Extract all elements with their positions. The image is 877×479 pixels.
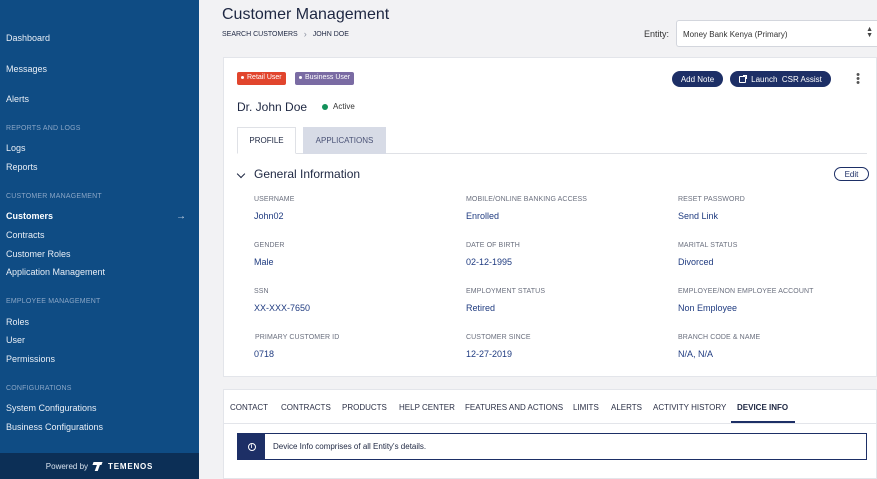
- launch-csr-assist-label: Launch CSR Assist: [751, 74, 822, 84]
- tab-applications[interactable]: APPLICATIONS: [303, 127, 386, 154]
- field-label-username: USERNAME: [254, 196, 295, 203]
- info-icon: i: [247, 442, 256, 451]
- tab-profile[interactable]: PROFILE: [237, 127, 296, 154]
- powered-by-text: Powered by: [45, 461, 89, 471]
- sidebar-item-logs[interactable]: Logs: [6, 143, 26, 153]
- retail-user-badge-label: Retail User: [247, 74, 282, 81]
- field-label-ssn: SSN: [254, 288, 269, 295]
- field-label-employment-status: EMPLOYMENT STATUS: [466, 288, 546, 295]
- send-link-link[interactable]: Send Link: [678, 211, 718, 221]
- field-value-banking-access: Enrolled: [466, 211, 500, 221]
- sort-arrows-icon: ▲ ▼: [866, 26, 873, 39]
- breadcrumb-search-customers[interactable]: SEARCH CUSTOMERS: [222, 31, 298, 38]
- sidebar-section-configurations: CONFIGURATIONS: [6, 385, 72, 392]
- tab-help-center[interactable]: HELP CENTER: [399, 403, 455, 412]
- entity-label: Entity:: [644, 29, 670, 39]
- more-options-icon[interactable]: • • •: [855, 70, 861, 89]
- status-dot-icon: [322, 103, 328, 110]
- field-value-employee-account: Non Employee: [678, 303, 738, 313]
- sidebar-item-user[interactable]: User: [6, 335, 25, 345]
- sidebar-footer: Powered by TEMENOS: [0, 453, 199, 479]
- arrow-right-icon: →: [176, 211, 186, 222]
- business-user-badge: Business User: [295, 72, 355, 85]
- field-value-marital-status: Divorced: [678, 257, 714, 267]
- badge-dot-icon: [299, 76, 302, 79]
- field-value-customer-since: 12-27-2019: [466, 349, 513, 359]
- active-tab-indicator: [731, 421, 795, 423]
- sidebar-item-contracts[interactable]: Contracts: [6, 230, 45, 240]
- sidebar-section-employee-management: EMPLOYEE MANAGEMENT: [6, 298, 101, 305]
- breadcrumb: SEARCH CUSTOMERS › JOHN DOE: [222, 29, 349, 39]
- entity-select-value: Money Bank Kenya (Primary): [683, 30, 788, 39]
- brand-name: TEMENOS: [108, 461, 154, 471]
- field-label-primary-customer-id: PRIMARY CUSTOMER ID: [255, 334, 340, 341]
- sidebar-item-customers[interactable]: Customers: [6, 211, 53, 221]
- customer-status-label: Active: [333, 102, 355, 111]
- customer-name: Dr. John Doe: [237, 100, 308, 114]
- tab-device-info[interactable]: DEVICE INFO: [737, 403, 788, 412]
- sidebar-item-business-configurations[interactable]: Business Configurations: [6, 422, 103, 432]
- launch-external-icon: [739, 74, 748, 83]
- sidebar-item-dashboard[interactable]: Dashboard: [6, 33, 50, 43]
- tab-contracts[interactable]: CONTRACTS: [281, 403, 331, 412]
- sidebar-item-customer-roles[interactable]: Customer Roles: [6, 249, 71, 259]
- tab-products[interactable]: PRODUCTS: [342, 403, 387, 412]
- chevron-down-icon[interactable]: [236, 169, 246, 179]
- device-info-notice: i Device Info comprises of all Entity's …: [237, 433, 867, 460]
- tab-features-and-actions[interactable]: FEATURES AND ACTIONS: [465, 403, 563, 412]
- field-label-date-of-birth: DATE OF BIRTH: [466, 242, 520, 249]
- chevron-right-icon: ›: [303, 29, 307, 39]
- customer-status: Active: [322, 102, 355, 111]
- device-info-message: Device Info comprises of all Entity's de…: [273, 442, 427, 451]
- page-title: Customer Management: [222, 6, 390, 23]
- field-label-banking-access: MOBILE/ONLINE BANKING ACCESS: [466, 196, 588, 203]
- add-note-button[interactable]: Add Note: [672, 71, 723, 87]
- tab-activity-history[interactable]: ACTIVITY HISTORY: [653, 403, 726, 412]
- sidebar-section-reports-logs: REPORTS AND LOGS: [6, 125, 81, 132]
- field-value-branch-code: N/A, N/A: [678, 349, 714, 359]
- tab-limits[interactable]: LIMITS: [573, 403, 599, 412]
- field-value-ssn: XX-XXX-7650: [254, 303, 311, 313]
- field-label-employee-account: EMPLOYEE/NON EMPLOYEE ACCOUNT: [678, 288, 814, 295]
- sidebar-item-alerts[interactable]: Alerts: [6, 94, 29, 104]
- sidebar-item-application-management[interactable]: Application Management: [6, 267, 105, 277]
- retail-user-badge: Retail User: [237, 72, 286, 85]
- field-value-primary-customer-id: 0718: [254, 349, 275, 359]
- field-label-marital-status: MARITAL STATUS: [678, 242, 738, 249]
- sidebar-item-permissions[interactable]: Permissions: [6, 354, 55, 364]
- sidebar-item-messages[interactable]: Messages: [6, 64, 47, 74]
- add-note-label: Add Note: [680, 74, 715, 84]
- general-information-title: General Information: [254, 167, 361, 181]
- field-label-branch-code: BRANCH CODE & NAME: [678, 334, 761, 341]
- sidebar-item-system-configurations[interactable]: System Configurations: [6, 403, 97, 413]
- sidebar-item-reports[interactable]: Reports: [6, 162, 38, 172]
- field-label-gender: GENDER: [254, 242, 285, 249]
- sidebar-section-customer-management: CUSTOMER MANAGEMENT: [6, 193, 102, 200]
- info-icon-container: i: [238, 434, 265, 459]
- edit-button[interactable]: Edit: [834, 167, 869, 181]
- detail-tabs-divider: [224, 423, 877, 424]
- temenos-logo-icon: [93, 461, 103, 471]
- field-value-username: John02: [254, 211, 284, 221]
- field-value-date-of-birth: 02-12-1995: [466, 257, 513, 267]
- business-user-badge-label: Business User: [305, 74, 351, 81]
- entity-select[interactable]: Money Bank Kenya (Primary) ▲ ▼: [676, 20, 877, 47]
- tab-alerts[interactable]: ALERTS: [611, 403, 642, 412]
- customer-profile-card: Retail User Business User Add Note Launc…: [223, 57, 877, 377]
- launch-csr-assist-button[interactable]: Launch CSR Assist: [730, 71, 831, 87]
- breadcrumb-current: JOHN DOE: [312, 30, 349, 38]
- field-label-reset-password: RESET PASSWORD: [678, 196, 745, 203]
- field-label-customer-since: CUSTOMER SINCE: [466, 334, 531, 341]
- sidebar-item-roles[interactable]: Roles: [6, 317, 29, 327]
- field-value-gender: Male: [254, 257, 274, 267]
- badge-dot-icon: [241, 76, 244, 79]
- field-value-employment-status: Retired: [466, 303, 496, 313]
- tab-contact[interactable]: CONTACT: [230, 403, 268, 412]
- customer-detail-panel: CONTACT CONTRACTS PRODUCTS HELP CENTER F…: [223, 389, 877, 479]
- sidebar: Dashboard Messages Alerts REPORTS AND LO…: [0, 0, 199, 479]
